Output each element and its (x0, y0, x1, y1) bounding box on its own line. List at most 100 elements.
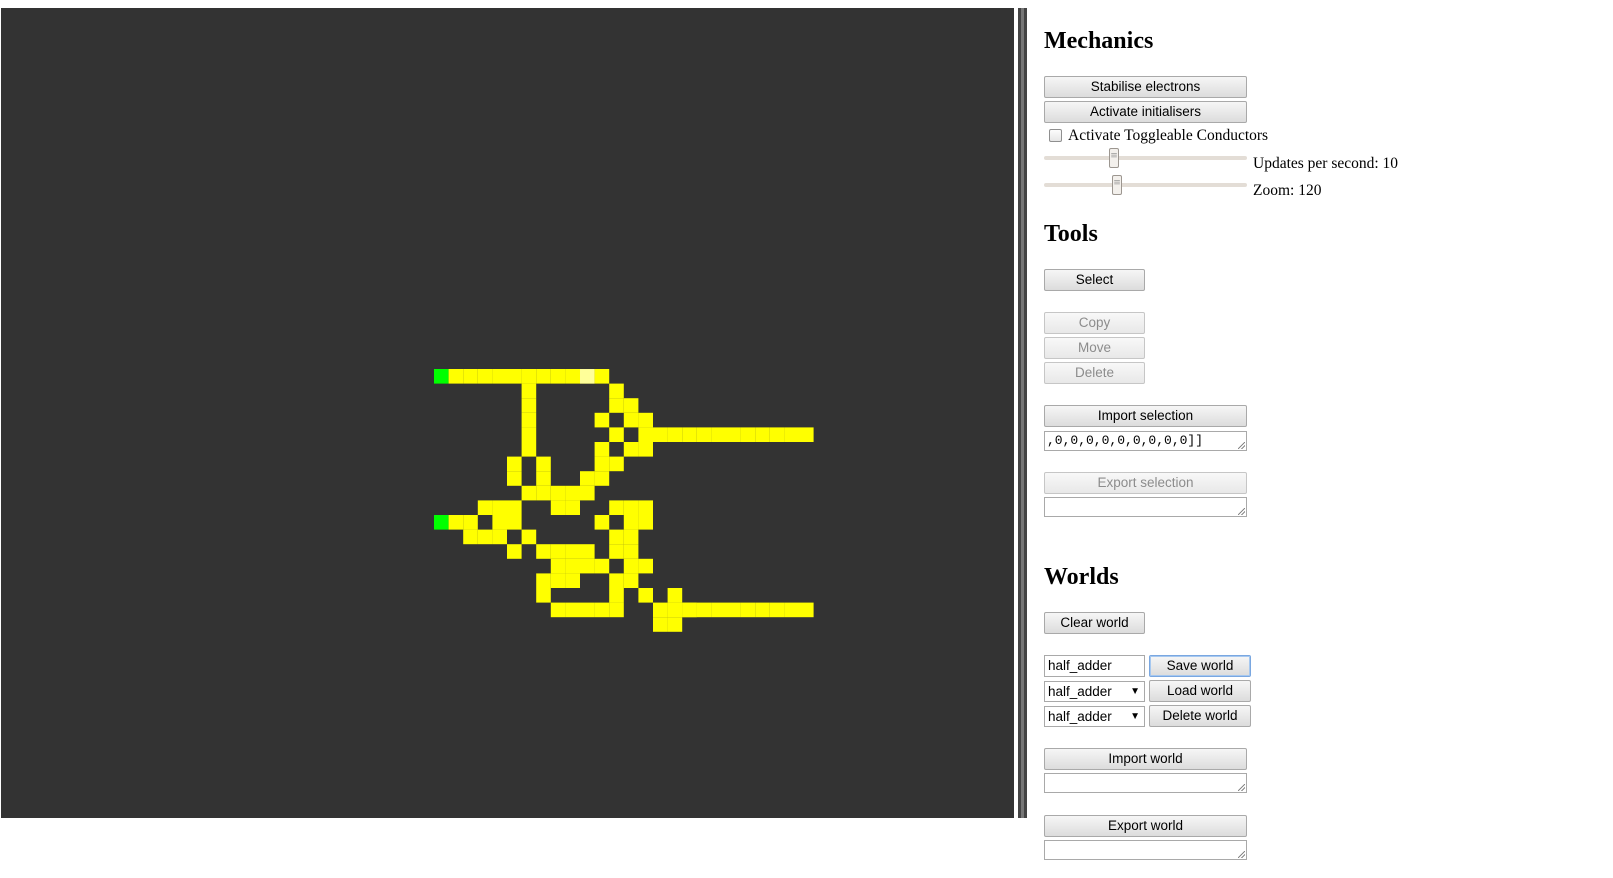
conductor-cell[interactable] (623, 529, 639, 545)
conductor-cell[interactable] (521, 398, 537, 413)
conductor-cell[interactable] (711, 602, 726, 618)
conductor-cell[interactable] (623, 544, 639, 559)
conductor-cell[interactable] (507, 544, 522, 559)
world-canvas[interactable] (1, 8, 1014, 818)
conductor-cell[interactable] (492, 369, 507, 384)
save-world-button[interactable]: Save world (1149, 655, 1251, 677)
conductor-cell[interactable] (594, 442, 610, 457)
conductor-cell[interactable] (565, 485, 580, 501)
conductor-cell[interactable] (594, 456, 610, 472)
conductor-cell[interactable] (463, 515, 478, 530)
resize-grip-icon[interactable] (1238, 508, 1245, 515)
conductor-cell[interactable] (638, 412, 653, 428)
conductor-cell[interactable] (536, 471, 551, 486)
activate-initialisers-button[interactable]: Activate initialisers (1044, 101, 1247, 123)
load-world-select[interactable]: half_adder ▼ (1044, 681, 1145, 702)
conductor-cell[interactable] (536, 573, 551, 588)
import-selection-button[interactable]: Import selection (1044, 405, 1247, 427)
resize-grip-icon[interactable] (1238, 784, 1245, 791)
conductor-cell[interactable] (594, 369, 610, 384)
import-world-button[interactable]: Import world (1044, 748, 1247, 770)
conductor-cell[interactable] (667, 602, 683, 618)
conductor-cell[interactable] (653, 602, 668, 618)
conductor-cell[interactable] (580, 471, 595, 486)
conductor-cell[interactable] (565, 369, 580, 384)
conductor-cell[interactable] (726, 602, 741, 618)
conductor-cell[interactable] (521, 529, 537, 545)
electron-head-cell[interactable] (434, 515, 449, 530)
conductor-cell[interactable] (726, 427, 741, 442)
conductor-cell[interactable] (769, 602, 785, 618)
conductor-cell[interactable] (609, 500, 624, 515)
conductor-cell[interactable] (477, 500, 493, 515)
conductor-cell[interactable] (784, 602, 799, 618)
clear-world-button[interactable]: Clear world (1044, 612, 1145, 634)
conductor-cell[interactable] (565, 602, 580, 618)
conductor-cell[interactable] (711, 427, 726, 442)
conductor-cell[interactable] (609, 398, 624, 413)
conductor-cell[interactable] (623, 515, 639, 530)
conductor-cell[interactable] (609, 544, 624, 559)
conductor-cell[interactable] (653, 617, 668, 632)
electron-tail-cell[interactable] (580, 369, 595, 384)
conductor-cell[interactable] (609, 573, 624, 588)
conductor-cell[interactable] (463, 369, 478, 384)
conductor-cell[interactable] (594, 412, 610, 428)
conductor-cell[interactable] (580, 544, 595, 559)
load-world-button[interactable]: Load world (1149, 680, 1251, 702)
delete-world-button[interactable]: Delete world (1149, 705, 1251, 727)
electron-head-cell[interactable] (434, 369, 449, 384)
conductor-cell[interactable] (580, 558, 595, 574)
conductor-cell[interactable] (565, 500, 580, 515)
conductor-cell[interactable] (623, 442, 639, 457)
conductor-cell[interactable] (667, 427, 683, 442)
conductor-cell[interactable] (784, 427, 799, 442)
conductor-cell[interactable] (550, 573, 566, 588)
conductor-cell[interactable] (550, 602, 566, 618)
conductor-cell[interactable] (682, 427, 697, 442)
conductor-cell[interactable] (667, 588, 683, 603)
delete-world-select[interactable]: half_adder ▼ (1044, 706, 1145, 727)
conductor-cell[interactable] (507, 369, 522, 384)
conductor-cell[interactable] (623, 412, 639, 428)
conductor-cell[interactable] (448, 369, 464, 384)
export-selection-textarea[interactable] (1044, 497, 1247, 517)
conductor-cell[interactable] (609, 602, 624, 618)
conductor-cell[interactable] (477, 369, 493, 384)
resize-grip-icon[interactable] (1238, 442, 1245, 449)
conductor-cell[interactable] (638, 500, 653, 515)
conductor-cell[interactable] (609, 383, 624, 399)
conductor-cell[interactable] (740, 427, 756, 442)
conductor-cell[interactable] (536, 369, 551, 384)
copy-button[interactable]: Copy (1044, 312, 1145, 334)
world-name-input[interactable]: half_adder (1044, 655, 1145, 677)
conductor-cell[interactable] (550, 500, 566, 515)
conductor-cell[interactable] (507, 471, 522, 486)
conductor-cell[interactable] (740, 602, 756, 618)
conductor-cell[interactable] (638, 588, 653, 603)
conductor-cell[interactable] (448, 515, 464, 530)
select-button[interactable]: Select (1044, 269, 1145, 291)
panel-divider[interactable] (1018, 8, 1027, 818)
conductor-cell[interactable] (609, 529, 624, 545)
conductor-cell[interactable] (550, 558, 566, 574)
conductor-cell[interactable] (667, 617, 683, 632)
conductor-cell[interactable] (536, 588, 551, 603)
conductor-cell[interactable] (696, 427, 712, 442)
conductor-cell[interactable] (536, 544, 551, 559)
conductor-cell[interactable] (565, 573, 580, 588)
conductor-cell[interactable] (623, 558, 639, 574)
import-world-textarea[interactable] (1044, 773, 1247, 793)
conductor-cell[interactable] (623, 573, 639, 588)
conductor-cell[interactable] (507, 515, 522, 530)
conductor-cell[interactable] (521, 412, 537, 428)
export-world-button[interactable]: Export world (1044, 815, 1247, 837)
conductor-cell[interactable] (463, 529, 478, 545)
export-selection-button[interactable]: Export selection (1044, 472, 1247, 494)
conductor-cell[interactable] (492, 515, 507, 530)
zoom-slider[interactable] (1044, 175, 1247, 195)
conductor-cell[interactable] (653, 427, 668, 442)
toggleable-conductors-checkbox[interactable] (1049, 129, 1062, 142)
stabilise-electrons-button[interactable]: Stabilise electrons (1044, 76, 1247, 98)
conductor-cell[interactable] (755, 602, 770, 618)
